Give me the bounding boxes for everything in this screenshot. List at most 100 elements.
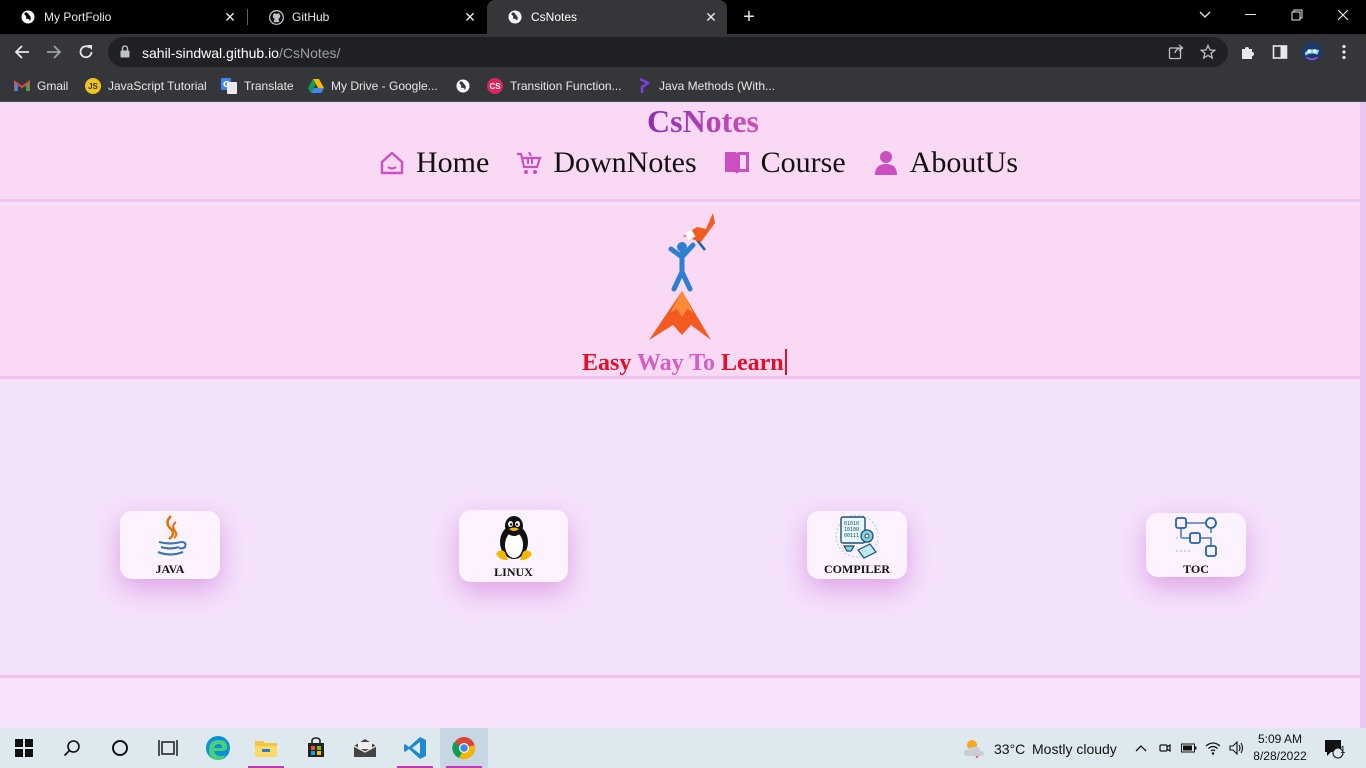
tab-strip: My PortFolio ✕ GitHub ✕ CsNotes ✕ + bbox=[0, 0, 1366, 34]
profile-avatar[interactable] bbox=[1302, 42, 1322, 62]
address-bar[interactable]: sahil-sindwal.github.io/CsNotes/ bbox=[108, 37, 1228, 67]
bookmark-label: My Drive - Google... bbox=[331, 79, 438, 93]
bookmark-gmail[interactable]: Gmail bbox=[14, 76, 68, 96]
tagline: Easy Way To Learn bbox=[582, 349, 787, 377]
tab-github[interactable]: GitHub ✕ bbox=[248, 0, 486, 34]
tagline-part-learn: Learn bbox=[720, 350, 784, 376]
nav-label: DownNotes bbox=[553, 146, 697, 179]
weather-cloud-sun-icon[interactable] bbox=[958, 728, 990, 768]
card-label: TOC bbox=[1183, 562, 1209, 576]
url-text[interactable]: sahil-sindwal.github.io/CsNotes/ bbox=[142, 45, 340, 61]
bookmark-star-icon[interactable] bbox=[1200, 44, 1216, 60]
close-icon[interactable]: ✕ bbox=[222, 9, 238, 25]
toc-icon bbox=[1173, 516, 1219, 560]
start-button[interactable] bbox=[0, 728, 48, 768]
compiler-icon: 01010 10100 00111 bbox=[834, 514, 880, 560]
tab-title: CsNotes bbox=[531, 10, 578, 24]
mountain-climber-logo bbox=[640, 209, 720, 348]
clock-date: 8/28/2022 bbox=[1253, 749, 1307, 763]
mail-icon[interactable] bbox=[341, 728, 389, 768]
close-icon[interactable]: ✕ bbox=[462, 9, 478, 25]
notification-count: 1 bbox=[1340, 745, 1346, 756]
cs-icon: CS bbox=[487, 78, 503, 94]
site-brand[interactable]: CsNotes bbox=[0, 103, 1360, 140]
card-label: LINUX bbox=[494, 565, 533, 579]
bookmark-label: Java Methods (With... bbox=[659, 79, 776, 93]
share-icon[interactable] bbox=[1168, 44, 1184, 60]
tab-csnotes[interactable]: CsNotes ✕ bbox=[487, 0, 727, 34]
tab-title: GitHub bbox=[292, 10, 330, 24]
back-button[interactable] bbox=[10, 40, 34, 64]
reload-button[interactable] bbox=[74, 40, 98, 64]
bookmark-label: Transition Function... bbox=[510, 79, 622, 93]
nav-item-course[interactable]: Course bbox=[723, 146, 846, 180]
chrome-icon[interactable] bbox=[440, 728, 488, 768]
card-java[interactable]: JAVA bbox=[120, 511, 220, 579]
globe-icon bbox=[455, 78, 471, 94]
card-compiler[interactable]: 01010 10100 00111 COMPILER bbox=[807, 511, 907, 579]
clock-time: 5:09 AM bbox=[1257, 732, 1303, 746]
notification-center-icon[interactable]: 1 bbox=[1316, 728, 1352, 768]
page-viewport: CsNotes Home DownNotes Course AboutUs Ea… bbox=[0, 102, 1360, 728]
nav-item-downnotes[interactable]: DownNotes bbox=[515, 146, 697, 180]
lock-icon[interactable] bbox=[120, 45, 130, 63]
menu-kebab-icon[interactable] bbox=[1334, 42, 1354, 62]
bookmark-globe[interactable] bbox=[455, 76, 478, 96]
tab-search-icon[interactable] bbox=[1182, 0, 1228, 30]
meet-now-icon[interactable] bbox=[1154, 728, 1176, 768]
programiz-icon bbox=[636, 78, 652, 94]
weather-text[interactable]: Mostly cloudy bbox=[1032, 741, 1117, 757]
cortana-icon[interactable] bbox=[96, 728, 144, 768]
tab-title: My PortFolio bbox=[44, 10, 112, 24]
extensions-puzzle-icon[interactable] bbox=[1238, 42, 1258, 62]
task-view-icon[interactable] bbox=[144, 728, 192, 768]
new-tab-button[interactable]: + bbox=[738, 6, 760, 28]
tagline-part-easy: Easy bbox=[582, 350, 632, 376]
cart-icon bbox=[515, 149, 543, 177]
bookmark-translate[interactable]: G Translate bbox=[221, 76, 294, 96]
url-host: sahil-sindwal.github.io bbox=[142, 45, 279, 61]
card-label: COMPILER bbox=[824, 562, 890, 576]
weather-temp[interactable]: 33°C bbox=[994, 741, 1025, 757]
gmail-icon bbox=[14, 78, 30, 94]
taskbar-clock[interactable]: 5:09 AM 8/28/2022 bbox=[1250, 731, 1310, 765]
edge-icon[interactable] bbox=[194, 728, 242, 768]
page-scrollbar[interactable] bbox=[1360, 102, 1366, 728]
translate-icon: G bbox=[221, 78, 237, 94]
volume-icon[interactable] bbox=[1226, 728, 1248, 768]
hero-section: Easy Way To Learn bbox=[0, 205, 1360, 379]
minimize-button[interactable] bbox=[1228, 0, 1274, 30]
home-icon bbox=[378, 149, 406, 177]
close-icon[interactable]: ✕ bbox=[703, 9, 719, 25]
java-icon bbox=[150, 514, 190, 560]
forward-button[interactable] bbox=[42, 40, 66, 64]
bookmarks-bar: Gmail JS JavaScript Tutorial G Translate… bbox=[0, 70, 1366, 102]
bookmark-java-methods[interactable]: Java Methods (With... bbox=[636, 76, 775, 96]
wifi-icon[interactable] bbox=[1202, 728, 1224, 768]
svg-text:00111: 00111 bbox=[844, 533, 859, 539]
linux-icon bbox=[492, 513, 536, 563]
file-explorer-icon[interactable] bbox=[242, 728, 290, 768]
user-icon bbox=[872, 149, 900, 177]
main-nav: Home DownNotes Course AboutUs bbox=[378, 146, 1044, 180]
close-window-button[interactable] bbox=[1320, 0, 1366, 30]
tab-my-portfolio[interactable]: My PortFolio ✕ bbox=[0, 0, 246, 34]
bookmark-javascript-tutorial[interactable]: JS JavaScript Tutorial bbox=[85, 76, 207, 96]
globe-icon bbox=[507, 9, 523, 25]
chevron-up-icon[interactable] bbox=[1130, 728, 1152, 768]
nav-item-aboutus[interactable]: AboutUs bbox=[872, 146, 1018, 180]
card-linux[interactable]: LINUX bbox=[459, 510, 568, 582]
store-icon[interactable] bbox=[292, 728, 340, 768]
bookmark-my-drive[interactable]: My Drive - Google... bbox=[308, 76, 438, 96]
battery-icon[interactable] bbox=[1178, 728, 1200, 768]
nav-item-home[interactable]: Home bbox=[378, 146, 489, 180]
side-panel-icon[interactable] bbox=[1270, 42, 1290, 62]
bookmark-transition-function[interactable]: CS Transition Function... bbox=[487, 76, 622, 96]
card-toc[interactable]: TOC bbox=[1146, 513, 1246, 577]
vscode-icon[interactable] bbox=[391, 728, 439, 768]
globe-icon bbox=[20, 9, 36, 25]
book-icon bbox=[723, 149, 751, 177]
tagline-part-way-to: Way To bbox=[636, 350, 715, 376]
search-icon[interactable] bbox=[48, 728, 96, 768]
restore-button[interactable] bbox=[1274, 0, 1320, 30]
